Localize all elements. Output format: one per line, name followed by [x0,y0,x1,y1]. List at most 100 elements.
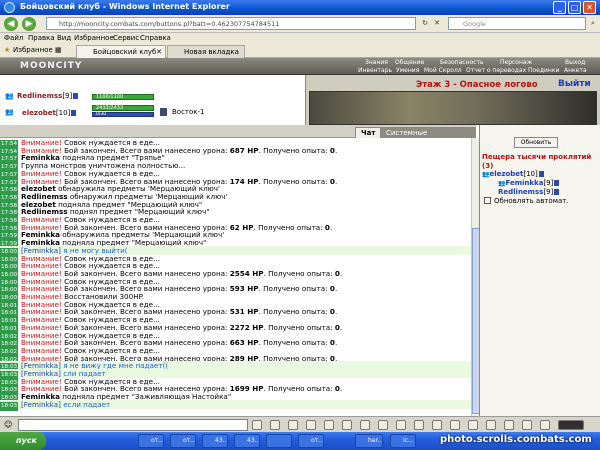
menu-tools[interactable]: Сервис [113,33,139,43]
tab-list-icon[interactable]: ▦ [55,44,62,57]
close-button[interactable]: ✕ [583,1,596,14]
nav-inventory[interactable]: Инвентарь [358,67,392,74]
party-member-icon: 👥 [5,108,14,116]
info-icon[interactable] [554,189,560,195]
list-icon[interactable] [396,420,406,430]
taskbar-item[interactable]: 43... [202,434,228,448]
taskbar-item[interactable]: har... [355,434,383,448]
chat-input[interactable] [18,419,248,431]
menu-file[interactable]: Файл [4,33,23,43]
menu-help[interactable]: Справка [140,33,171,43]
tab-active[interactable]: Бойцовский клуб ✕ [76,45,166,58]
room-panel: Обновить Пещера тысячи проклятий (3) 👥el… [479,125,600,416]
search-icon[interactable]: ⌕ [588,18,598,29]
clock-display [558,420,584,430]
location-image[interactable] [309,91,597,125]
menu-edit[interactable]: Правка [28,33,55,43]
party-panel: 👥 Redlinemss[9] 1100/1100 👥 elezobet[10]… [0,75,305,125]
room-member-level: [9] [543,179,554,187]
player-name[interactable]: Redlinemss[9] [17,92,79,100]
chat-scrollbar[interactable] [471,138,480,416]
game-header: MOONCITY Знания Общение Безопасность Пер… [0,58,600,75]
chat-timestamp[interactable]: 18:03 [0,401,18,411]
nav-battles[interactable]: Поединки [528,67,559,74]
chat-text: если падает [60,399,111,409]
tab-new-label: Новая вкладка [184,48,239,56]
nav-profile[interactable]: Анкета [564,67,587,74]
nav-security[interactable]: Безопасность [440,59,484,66]
clear-icon[interactable] [270,420,280,430]
tab-system-messages[interactable]: Системные сообщения [380,127,476,147]
search-input[interactable]: Google [448,17,586,30]
tab-new[interactable]: Новая вкладка [167,45,245,58]
translit-icon[interactable] [324,420,334,430]
map-icon[interactable] [432,420,442,430]
maximize-button[interactable]: □ [568,1,581,14]
chat-mode-icon[interactable]: ☺ [4,420,12,429]
menu-bar: Файл Правка Вид Избранное Сервис Справка [0,33,600,44]
bag-icon[interactable] [414,420,424,430]
send-icon[interactable] [252,420,262,430]
nav-character[interactable]: Персонаж [500,59,532,66]
nav-my-scroll[interactable]: Мой Скролл [424,67,462,74]
friends-icon[interactable] [486,420,496,430]
trade-icon[interactable] [504,420,514,430]
chat-nick[interactable]: [Feminkka] [21,400,61,409]
forward-button[interactable]: ▶ [22,17,36,31]
player-location: Восток-1 [172,108,205,116]
minimize-button[interactable]: _ [553,1,566,14]
room-member-name: Redlinemss [498,188,544,196]
book-icon[interactable] [450,420,460,430]
room-member-name: Feminkka [505,179,544,187]
auto-refresh-label: Обновлять автомат. [494,197,569,205]
clan-icon[interactable] [522,420,532,430]
room-member[interactable]: 👥elezobet[10] [482,170,544,178]
nav-skills[interactable]: Умения [396,67,419,74]
nav-exit[interactable]: Выход [565,59,585,66]
player-level: [9] [62,92,73,100]
room-member-level: [10] [523,170,538,178]
sound-icon[interactable] [342,420,352,430]
scroll-lock-icon[interactable] [378,420,388,430]
info-icon[interactable] [554,180,560,186]
url-input[interactable]: http://mooncity.combats.com/buttons.pl?b… [46,17,416,30]
refresh-button[interactable]: Обновить [514,137,558,148]
start-button[interactable]: пуск [0,432,46,450]
party-member-name[interactable]: elezobet[10] [22,109,77,117]
favorites-star-icon[interactable]: ★ [4,44,10,57]
filter-icon[interactable] [306,420,316,430]
auto-refresh-checkbox[interactable] [484,197,491,204]
refresh-icon[interactable]: ↻ [420,18,430,29]
exit-link[interactable]: Выйти [558,79,591,89]
mail-icon[interactable] [468,420,478,430]
taskbar-item[interactable]: от... [170,434,196,448]
room-member[interactable]: 👥Feminkka[9] [498,179,560,187]
room-member-level: [9] [543,188,554,196]
taskbar-item[interactable]: от... [138,434,164,448]
address-bar: ◀ ▶ http://mooncity.combats.com/buttons.… [0,15,600,33]
taskbar-item[interactable]: 43... [234,434,260,448]
info-icon[interactable] [73,93,79,99]
nav-transfers[interactable]: Отчет о переводах [466,67,526,74]
nav-communication[interactable]: Общение [395,59,424,66]
nav-knowledge[interactable]: Знания [365,59,388,66]
info-icon[interactable] [538,171,544,177]
menu-favorites[interactable]: Избранное [74,33,114,43]
back-button[interactable]: ◀ [4,17,18,31]
help-icon[interactable] [540,420,550,430]
window-title-bar[interactable]: Бойцовский клуб - Windows Internet Explo… [0,0,600,15]
tab-chat[interactable]: Чат [355,127,382,138]
smile-icon[interactable] [288,420,298,430]
info-icon[interactable] [71,110,77,116]
taskbar-item[interactable] [266,434,292,448]
settings-icon[interactable] [360,420,370,430]
chat-line: 18:03 [Feminkka] если падает [0,399,471,411]
ie-logo-icon [4,2,15,13]
stop-icon[interactable]: ✕ [432,18,442,29]
hp-bar: 1100/1100 [92,94,154,100]
favorites-button[interactable]: Избранное [13,44,53,57]
menu-view[interactable]: Вид [57,33,71,43]
room-member[interactable]: Redlinemss[9] [498,188,560,196]
taskbar-item[interactable]: от... [298,434,324,448]
taskbar-item[interactable]: ic... [390,434,416,448]
